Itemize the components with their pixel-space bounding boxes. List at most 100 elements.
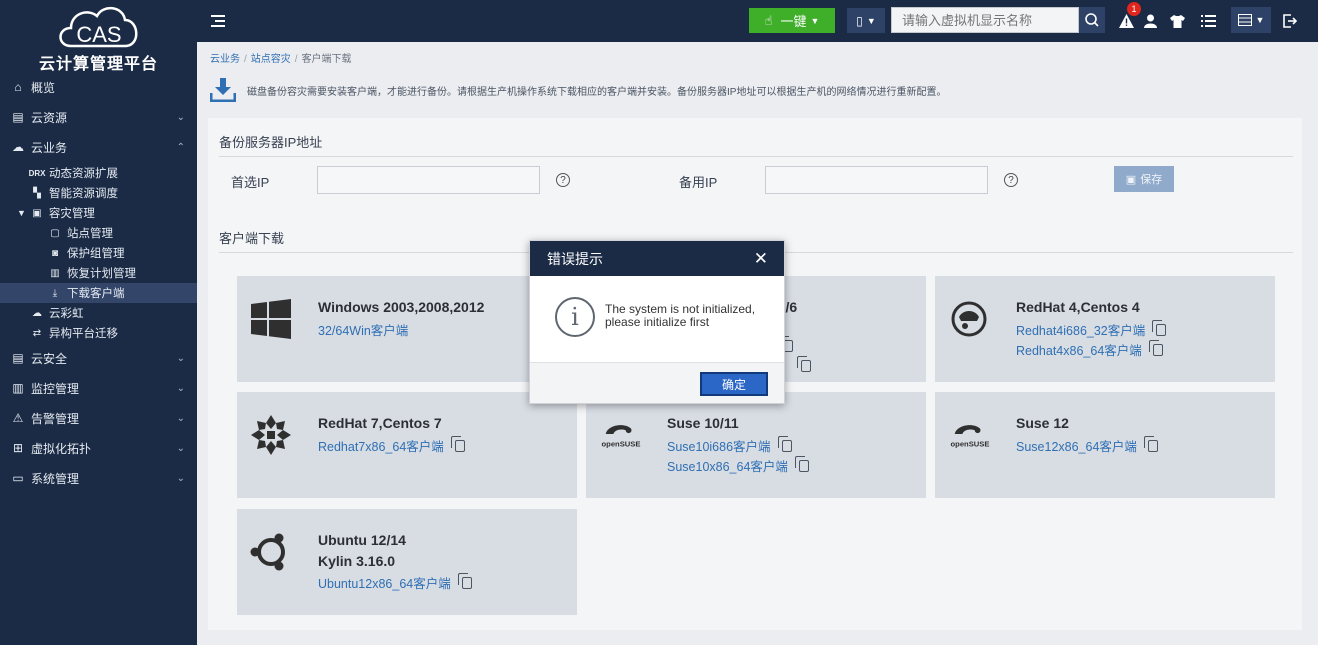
hand-pointer-icon: ☝ (764, 12, 773, 28)
app-window: CAS 云计算管理平台 ⌂ 概览 ▤ 云资源 ⌄ ☁ 云业务 ⌃ DRX 动态资… (0, 0, 1318, 645)
primary-ip-label: 首选IP (231, 175, 270, 190)
breadcrumb-item[interactable]: 站点容灾 (251, 54, 291, 65)
one-key-button[interactable]: ☝ 一键 ▼ (749, 8, 835, 33)
svg-text:openSUSE: openSUSE (951, 439, 990, 448)
sidebar-item-label: 站点管理 (67, 228, 113, 240)
client-card-suse10: openSUSE Suse 10/11 Suse10i686客户端 Suse10… (586, 392, 926, 498)
client-download-link[interactable]: Suse10i686客户端 (667, 435, 792, 455)
sidebar-item-monitor[interactable]: ▥ 监控管理 ⌄ (0, 373, 197, 403)
sidebar-item-label: 恢复计划管理 (67, 268, 136, 280)
opensuse-icon: openSUSE (600, 414, 642, 456)
shirt-icon[interactable] (1168, 0, 1186, 42)
sidebar-item-migrate[interactable]: ⇄ 异构平台迁移 (0, 323, 197, 343)
sidebar-item-rainbow[interactable]: ☁ 云彩虹 (0, 303, 197, 323)
help-icon[interactable]: ? (556, 173, 570, 187)
sidebar-item-cloud-business[interactable]: ☁ 云业务 ⌃ (0, 132, 197, 162)
sidebar-item-schedule[interactable]: ▚ 智能资源调度 (0, 183, 197, 203)
card-title: Suse 10/11 (667, 415, 739, 431)
logout-icon[interactable] (1281, 0, 1299, 42)
close-icon[interactable]: ✕ (754, 249, 768, 269)
brand-logo[interactable]: CAS 云计算管理平台 (0, 0, 197, 76)
error-dialog: 错误提示 ✕ i The system is not initialized, … (529, 240, 785, 404)
client-download-link[interactable]: Suse10x86_64客户端 (667, 455, 809, 475)
svg-text:openSUSE: openSUSE (602, 439, 641, 448)
dialog-footer: 确定 (530, 362, 784, 403)
link-text: Suse10i686客户端 (667, 440, 771, 454)
card-subtitle: Kylin 3.16.0 (318, 553, 396, 569)
plan-icon: ▥ (50, 267, 60, 279)
client-download-link[interactable]: 32/64Win客户端 (318, 320, 408, 339)
save-button[interactable]: ▣ 保存 (1114, 166, 1174, 192)
copy-icon[interactable] (797, 356, 811, 372)
site-icon: ▢ (50, 227, 60, 239)
client-download-link[interactable]: Redhat7x86_64客户端 (318, 435, 465, 455)
rainbow-icon: ☁ (32, 307, 42, 319)
sidebar-item-label: 动态资源扩展 (49, 168, 118, 180)
download-icon: ⤓ (52, 287, 58, 299)
sidebar-item-label: 云业务 (31, 140, 68, 155)
platform-title: 云计算管理平台 (38, 56, 158, 73)
caret-down-icon: ▼ (866, 15, 876, 26)
sidebar-item-label: 监控管理 (31, 381, 80, 396)
ok-button[interactable]: 确定 (700, 372, 768, 396)
user-icon[interactable] (1141, 0, 1159, 42)
client-card-ubuntu: Ubuntu 12/14 Kylin 3.16.0 Ubuntu12x86_64… (237, 509, 577, 615)
client-download-link[interactable] (790, 356, 811, 372)
sidebar-item-disaster[interactable]: ▼ ▣ 容灾管理 (0, 203, 197, 223)
vm-type-dropdown[interactable]: ▯ ▼ (847, 8, 885, 33)
client-card-windows: Windows 2003,2008,2012 32/64Win客户端 (237, 276, 577, 382)
vm-icon: ▯ (856, 13, 863, 28)
copy-icon[interactable] (1152, 319, 1167, 336)
cloud-icon: ☁ (12, 140, 24, 154)
link-text: 32/64Win客户端 (318, 324, 409, 338)
sidebar-item-cloud-security[interactable]: ▤ 云安全 ⌄ (0, 343, 197, 373)
vm-search-input[interactable] (891, 7, 1079, 33)
client-download-link[interactable]: Ubuntu12x86_64客户端 (318, 572, 472, 592)
sidebar-item-label: 概览 (31, 80, 56, 95)
view-dropdown[interactable]: ▼ (1231, 7, 1271, 33)
sidebar-item-plan[interactable]: ▥ 恢复计划管理 (0, 263, 197, 283)
copy-icon[interactable] (794, 455, 809, 472)
menu-toggle-icon[interactable] (209, 0, 227, 42)
sidebar-item-label: 异构平台迁移 (49, 328, 118, 340)
topology-icon: ⊞ (12, 441, 24, 455)
sidebar-item-download-client[interactable]: ⤓ 下载客户端 (0, 283, 197, 303)
copy-icon[interactable] (1148, 339, 1163, 356)
breadcrumb-item[interactable]: 云业务 (210, 54, 240, 65)
backup-server-section-title: 备份服务器IP地址 (219, 135, 323, 150)
notice-bar: 磁盘备份容灾需要安装客户端，才能进行备份。请根据生产机操作系统下载相应的客户端并… (210, 76, 1310, 104)
security-icon: ▤ (12, 351, 24, 365)
primary-ip-input[interactable] (317, 166, 540, 194)
copy-icon[interactable] (1143, 435, 1158, 452)
sidebar-item-protect[interactable]: ◙ 保护组管理 (0, 243, 197, 263)
chevron-down-icon: ⌄ (176, 412, 185, 424)
sidebar-item-label: 云彩虹 (49, 308, 84, 320)
copy-icon[interactable] (450, 435, 465, 452)
sidebar-item-overview[interactable]: ⌂ 概览 (0, 72, 197, 102)
sidebar-item-label: 云资源 (31, 110, 68, 125)
sidebar-item-alarm[interactable]: ⚠ 告警管理 ⌄ (0, 403, 197, 433)
secondary-ip-input[interactable] (765, 166, 988, 194)
client-download-link[interactable]: Suse12x86_64客户端 (1016, 435, 1158, 455)
ubuntu-icon (250, 531, 292, 573)
sidebar-item-topology[interactable]: ⊞ 虚拟化拓扑 ⌄ (0, 433, 197, 463)
sidebar-item-drx[interactable]: DRX 动态资源扩展 (0, 163, 197, 183)
client-download-link[interactable]: Redhat4i686_32客户端 (1016, 319, 1167, 339)
sidebar-item-site[interactable]: ▢ 站点管理 (0, 223, 197, 243)
chevron-up-icon: ⌃ (176, 141, 185, 153)
sidebar-item-cloud-resource[interactable]: ▤ 云资源 ⌄ (0, 102, 197, 132)
search-button[interactable] (1079, 7, 1105, 33)
help-icon[interactable]: ? (1004, 173, 1018, 187)
sidebar-item-system[interactable]: ▭ 系统管理 ⌄ (0, 463, 197, 493)
copy-icon[interactable] (457, 572, 472, 589)
cloud-logo-icon: CAS (58, 7, 137, 48)
caret-down-icon: ▼ (17, 208, 26, 218)
card-title: Suse 12 (1016, 415, 1069, 431)
copy-icon[interactable] (777, 435, 792, 452)
list-icon[interactable] (1199, 0, 1217, 42)
breadcrumb: 云业务 / 站点容灾 / 客户端下载 (210, 54, 352, 65)
card-title: RedHat 7,Centos 7 (318, 415, 442, 431)
top-bar: ☝ 一键 ▼ ▯ ▼ 1 ▼ (197, 0, 1318, 42)
home-icon: ⌂ (14, 80, 22, 94)
client-download-link[interactable]: Redhat4x86_64客户端 (1016, 339, 1163, 359)
